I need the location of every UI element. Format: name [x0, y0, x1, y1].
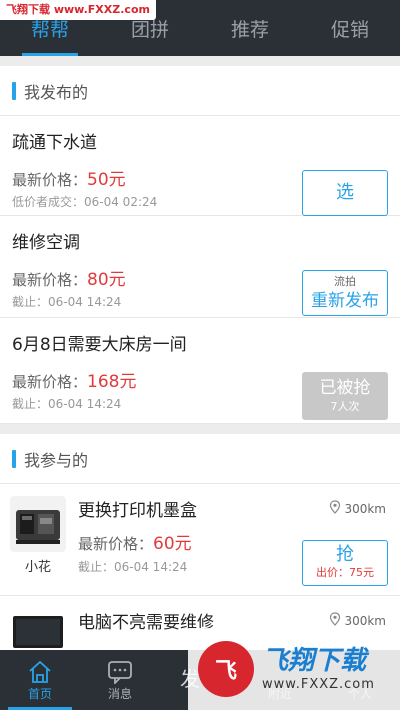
location-pin-icon — [329, 500, 341, 517]
nav-label: 消息 — [107, 687, 132, 701]
price-label: 最新价格： — [12, 171, 88, 189]
printer-cartridge-image — [10, 496, 66, 552]
watermark-overlay: 飞 飞翔下载 www.FXXZ.com — [188, 628, 400, 710]
user-name: 小花 — [24, 560, 51, 575]
section-marker — [12, 449, 16, 468]
price-row: 最新价格：60元 — [78, 532, 192, 556]
item-title: 6月8日需要大床房一间 — [12, 335, 187, 355]
distance: 300km — [329, 500, 386, 517]
list-item[interactable]: 维修空调 最新价格：80元 截止：06-04 14:24 流拍 重新发布 — [0, 216, 400, 318]
list-item[interactable]: 疏通下水道 最新价格：50元 低价者成交：06-04 02:24 选 — [0, 116, 400, 216]
list-item[interactable]: 小花 更换打印机墨盒 300km 最新价格：60元 截止：06-04 14:24… — [0, 484, 400, 596]
tab-cuxiao[interactable]: 促销 — [300, 0, 400, 56]
grabbed-button: 已被抢 7人次 — [302, 372, 388, 420]
section-header: 我发布的 — [0, 66, 400, 116]
grab-button[interactable]: 抢 出价：75元 — [302, 540, 388, 586]
button-label: 重新发布 — [311, 291, 379, 311]
list-item[interactable]: 6月8日需要大床房一间 最新价格：168元 截止：06-04 14:24 已被抢… — [0, 318, 400, 424]
price-value: 50元 — [87, 170, 126, 190]
distance: 300km — [329, 612, 386, 629]
button-label: 抢 — [336, 544, 354, 565]
deadline: 截止：06-04 14:24 — [78, 560, 188, 574]
status-label: 流拍 — [334, 275, 356, 288]
nav-messages[interactable]: 消息 — [80, 650, 160, 710]
price-label: 最新价格： — [12, 373, 88, 391]
section-title: 我参与的 — [24, 450, 89, 470]
location-pin-icon — [329, 612, 341, 629]
main-content[interactable]: 我发布的 疏通下水道 最新价格：50元 低价者成交：06-04 02:24 选 … — [0, 56, 400, 650]
item-title: 更换打印机墨盒 — [78, 501, 197, 521]
nav-home[interactable]: 首页 — [0, 650, 80, 710]
section-marker — [12, 81, 16, 100]
price-value: 80元 — [87, 270, 126, 290]
watermark-url: www.FXXZ.com — [262, 677, 375, 692]
top-tab-bar: 帮帮 团拼 推荐 促销 飞翔下载 www.FXXZ.com — [0, 0, 400, 56]
watermark-top: 飞翔下载 www.FXXZ.com — [0, 0, 156, 20]
watermark-logo: 飞 — [198, 641, 254, 697]
monitor-image — [10, 608, 66, 650]
grab-count: 7人次 — [330, 400, 360, 413]
home-icon — [0, 650, 80, 684]
item-title: 维修空调 — [12, 233, 80, 253]
section-title: 我发布的 — [24, 82, 89, 102]
message-icon — [80, 650, 160, 684]
bid-price: 出价：75元 — [316, 566, 374, 579]
my-posts-section: 我发布的 疏通下水道 最新价格：50元 低价者成交：06-04 02:24 选 … — [0, 66, 400, 424]
price-label: 最新价格： — [12, 271, 88, 289]
nav-label: 首页 — [27, 687, 52, 701]
tab-tuijian[interactable]: 推荐 — [200, 0, 300, 56]
button-label: 已被抢 — [319, 378, 371, 398]
section-header: 我参与的 — [0, 434, 400, 484]
watermark-title: 飞翔下载 — [262, 646, 367, 676]
republish-button[interactable]: 流拍 重新发布 — [302, 270, 388, 316]
price-label: 最新价格： — [78, 535, 154, 553]
item-title: 疏通下水道 — [12, 133, 97, 153]
select-button[interactable]: 选 — [302, 170, 388, 216]
price-value: 60元 — [153, 534, 192, 554]
my-joined-section: 我参与的 小花 更换打印机墨盒 300km 最新价格：60元 截止：06-04 … — [0, 434, 400, 650]
price-value: 168元 — [87, 372, 137, 392]
distance-value: 300km — [344, 613, 386, 628]
distance-value: 300km — [344, 501, 386, 516]
